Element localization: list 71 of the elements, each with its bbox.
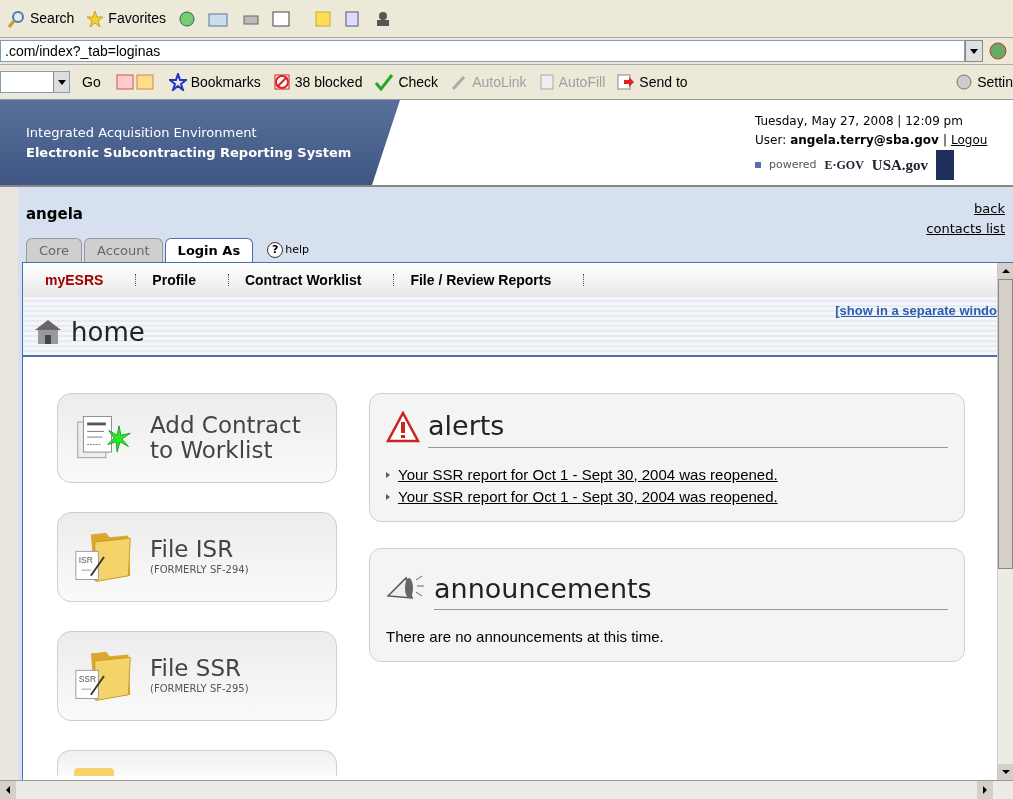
house-icon [33,318,63,346]
circle-icon [955,73,974,91]
logout-link[interactable]: Logou [950,131,988,149]
nav-link[interactable]: File / Review Reports [410,269,552,291]
address-field[interactable]: .com/index?_tab=loginas [0,40,965,62]
scroll-up-icon[interactable] [998,263,1013,279]
scroll-right-icon[interactable] [977,781,993,799]
tab[interactable]: Login As [164,238,254,262]
action-subtitle: (FORMERLY SF-295) [150,682,250,696]
panel-title: announcements [434,568,948,610]
globe-icon [987,41,1009,61]
help-button[interactable]: ? help [267,241,309,258]
form-icon [538,73,555,91]
egov-logo: E·GOV [824,157,864,174]
separator-text: | [942,132,947,149]
page-title: home [71,315,145,349]
tab[interactable]: Core [26,238,83,262]
warning-icon [386,410,420,443]
toolbar-button[interactable]: Search [8,8,75,29]
nav-link[interactable]: Profile [152,269,196,291]
header-title: Electronic Subcontracting Reporting System [26,143,352,162]
search-input-field[interactable] [0,71,70,93]
action-title: File SSR [150,656,242,681]
send-icon [617,73,636,91]
dropdown-button[interactable] [965,40,983,62]
nav-link[interactable]: myESRS [45,269,104,291]
square-icon [755,162,761,168]
action-subtitle: (FORMERLY SF-294) [150,563,250,577]
usagov-logo: USA.gov [871,155,929,175]
star-icon [86,9,105,28]
nav-link[interactable]: Contract Worklist [244,269,362,291]
alert-link[interactable]: Your SSR report for Oct 1 - Sept 30, 2004 was reopened. [398,486,778,509]
toolbar-button[interactable]: Check [374,71,439,93]
user-label: User: [755,132,787,149]
vertical-scrollbar[interactable] [997,263,1013,780]
spellcheck-icon [374,73,395,91]
separate-window-link[interactable]: [show in a separate windo [835,301,997,321]
user-email: angela.terry@sba.gov [790,132,939,149]
bullet-icon [386,471,390,478]
bullet-icon [386,494,390,501]
toolbar-button[interactable]: Favorites [86,8,166,29]
go-button[interactable]: Go [82,71,101,93]
date-time: Tuesday, May 27, 2008 | 12:09 pm [755,113,964,130]
action-card[interactable]: SSR File SSR (FORMERLY SF-295) [57,631,337,721]
scroll-down-icon[interactable] [998,764,1013,780]
toolbar-button[interactable]: Settin [955,71,1013,93]
header-link[interactable]: contacts list [926,218,1005,238]
horizontal-scrollbar[interactable] [0,780,1013,799]
toolbar-button[interactable]: Bookmarks [168,71,261,93]
header-link[interactable]: back [974,199,1005,219]
action-card[interactable]: ISR File ISR (FORMERLY SF-294) [57,512,337,602]
panel-title: alerts [428,406,948,448]
globe-icon[interactable] [177,9,196,28]
star-icon [168,73,187,91]
action-title: File ISR [150,537,235,562]
blocked-popup-icon [272,73,291,91]
scroll-thumb[interactable] [998,279,1013,569]
user-name: angela [26,204,83,225]
alert-link[interactable]: Your SSR report for Oct 1 - Sept 30, 2004 was reopened. [398,463,778,486]
header-subtitle: Integrated Acquisition Environment [26,124,258,142]
toolbar-button[interactable]: 38 blocked [272,71,363,93]
action-title: Add Contract to Worklist [150,413,302,463]
scroll-left-icon[interactable] [0,781,16,799]
action-card[interactable]: Add Contract to Worklist [57,393,337,483]
powered-text: powered [769,156,817,173]
folder-icon [74,768,114,776]
action-card[interactable] [57,750,337,776]
search-icon [8,9,26,28]
tab[interactable]: Account [84,238,163,262]
toolbar-button[interactable]: Send to [617,71,688,93]
announcement-text: There are no announcements at this time. [386,627,665,647]
